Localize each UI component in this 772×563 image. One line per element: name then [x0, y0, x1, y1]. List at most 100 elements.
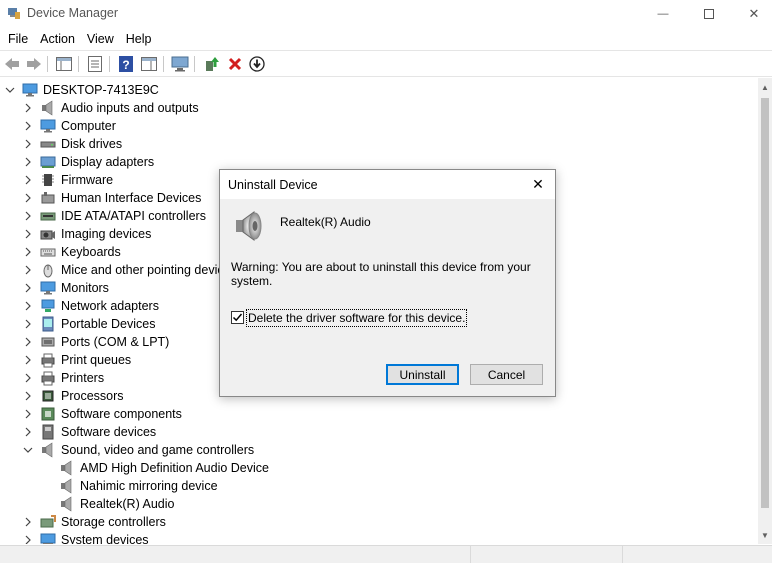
- uninstall-device-dialog: Uninstall Device ✕ Realtek(R) Audio Warn…: [219, 169, 556, 397]
- tree-item-firmware[interactable]: Firmware: [22, 171, 113, 189]
- chevron-right-icon[interactable]: [22, 207, 34, 225]
- chevron-right-icon[interactable]: [22, 279, 34, 297]
- tree-item-disk-drives[interactable]: Disk drives: [22, 135, 122, 153]
- chevron-right-icon[interactable]: [22, 369, 34, 387]
- tree-item-audio-inputs-and-outputs[interactable]: Audio inputs and outputs: [22, 99, 199, 117]
- cancel-button[interactable]: Cancel: [470, 364, 543, 385]
- tree-item-software-devices[interactable]: Software devices: [22, 423, 156, 441]
- tree-item-label: Mice and other pointing devices: [61, 263, 237, 277]
- action-pane-icon: [141, 57, 157, 71]
- tree-root-node[interactable]: DESKTOP-7413E9C: [4, 81, 159, 99]
- tree-item-label: Monitors: [61, 281, 109, 295]
- tree-item-label: Software components: [61, 407, 182, 421]
- toolbar-separator: [47, 56, 48, 72]
- download-circle-icon: [249, 56, 265, 72]
- chevron-right-icon[interactable]: [22, 531, 34, 544]
- chevron-right-icon[interactable]: [22, 153, 34, 171]
- chevron-right-icon[interactable]: [22, 405, 34, 423]
- update-driver-button[interactable]: [202, 54, 222, 74]
- help-button[interactable]: ?: [116, 54, 136, 74]
- scroll-up-arrow-icon[interactable]: ▲: [758, 80, 772, 94]
- chevron-right-icon[interactable]: [22, 351, 34, 369]
- network-icon: [40, 298, 56, 314]
- tree-item-label: Processors: [61, 389, 124, 403]
- tree-item-sound-video-and-game-controllers[interactable]: Sound, video and game controllers: [22, 441, 254, 459]
- chevron-right-icon[interactable]: [22, 297, 34, 315]
- chevron-right-icon[interactable]: [22, 261, 34, 279]
- show-hide-console-tree-button[interactable]: [54, 54, 74, 74]
- tree-item-system-devices[interactable]: System devices: [22, 531, 149, 544]
- dialog-close-button[interactable]: ✕: [523, 172, 553, 196]
- maximize-button[interactable]: [686, 0, 732, 27]
- tree-child-item[interactable]: Realtek(R) Audio: [41, 495, 175, 513]
- tree-item-imaging-devices[interactable]: Imaging devices: [22, 225, 151, 243]
- tree-item-portable-devices[interactable]: Portable Devices: [22, 315, 156, 333]
- tree-item-label: Print queues: [61, 353, 132, 367]
- tree-item-ports-com-lpt[interactable]: Ports (COM & LPT): [22, 333, 169, 351]
- tree-item-processors[interactable]: Processors: [22, 387, 124, 405]
- scan-hardware-button[interactable]: [170, 54, 190, 74]
- device-manager-icon: [8, 8, 20, 19]
- tree-item-print-queues[interactable]: Print queues: [22, 351, 131, 369]
- chevron-down-icon[interactable]: [22, 441, 34, 459]
- tree-item-label: System devices: [61, 533, 149, 544]
- close-button[interactable]: ✕: [731, 0, 772, 27]
- hid-icon: [40, 190, 56, 206]
- properties-button[interactable]: [85, 54, 105, 74]
- scroll-down-arrow-icon[interactable]: ▼: [758, 528, 772, 542]
- chevron-right-icon[interactable]: [22, 117, 34, 135]
- printer-icon: [40, 370, 56, 386]
- toolbar-separator: [194, 56, 195, 72]
- chevron-right-icon[interactable]: [22, 513, 34, 531]
- action-pane-button[interactable]: [139, 54, 159, 74]
- chevron-right-icon[interactable]: [22, 387, 34, 405]
- tree-item-computer[interactable]: Computer: [22, 117, 116, 135]
- uninstall-device-button[interactable]: [225, 54, 245, 74]
- red-x-icon: [228, 57, 242, 71]
- tree-item-ide-ata-atapi-controllers[interactable]: IDE ATA/ATAPI controllers: [22, 207, 206, 225]
- tree-item-keyboards[interactable]: Keyboards: [22, 243, 121, 261]
- printer-icon: [40, 352, 56, 368]
- tree-item-display-adapters[interactable]: Display adapters: [22, 153, 154, 171]
- chevron-right-icon[interactable]: [22, 225, 34, 243]
- tree-item-monitors[interactable]: Monitors: [22, 279, 109, 297]
- back-button[interactable]: [2, 54, 22, 74]
- tree-item-label: Display adapters: [61, 155, 155, 169]
- chevron-right-icon[interactable]: [22, 189, 34, 207]
- chevron-right-icon[interactable]: [22, 99, 34, 117]
- chevron-right-icon[interactable]: [22, 423, 34, 441]
- tree-item-software-components[interactable]: Software components: [22, 405, 182, 423]
- dialog-title: Uninstall Device: [228, 178, 318, 192]
- tree-item-storage-controllers[interactable]: Storage controllers: [22, 513, 166, 531]
- chevron-right-icon[interactable]: [22, 135, 34, 153]
- tree-child-item[interactable]: Nahimic mirroring device: [41, 477, 218, 495]
- uninstall-button[interactable]: Uninstall: [386, 364, 459, 385]
- chevron-right-icon[interactable]: [22, 171, 34, 189]
- menu-action[interactable]: Action: [34, 29, 81, 49]
- scroll-thumb[interactable]: [761, 98, 769, 508]
- menu-help[interactable]: Help: [120, 29, 158, 49]
- tree-child-item[interactable]: AMD High Definition Audio Device: [41, 459, 269, 477]
- tree-item-human-interface-devices[interactable]: Human Interface Devices: [22, 189, 201, 207]
- minimize-button[interactable]: —: [640, 0, 686, 27]
- tree-item-label: IDE ATA/ATAPI controllers: [61, 209, 206, 223]
- menu-view[interactable]: View: [81, 29, 120, 49]
- software-device-icon: [40, 424, 56, 440]
- chevron-right-icon[interactable]: [22, 315, 34, 333]
- forward-button[interactable]: [24, 54, 44, 74]
- tree-item-network-adapters[interactable]: Network adapters: [22, 297, 159, 315]
- menu-file[interactable]: File: [2, 29, 34, 49]
- chevron-right-icon[interactable]: [22, 243, 34, 261]
- chevron-right-icon[interactable]: [22, 333, 34, 351]
- tree-item-printers[interactable]: Printers: [22, 369, 104, 387]
- tree-item-label: Portable Devices: [61, 317, 156, 331]
- delete-driver-checkbox[interactable]: [231, 311, 244, 324]
- close-icon: ✕: [748, 5, 760, 21]
- chevron-down-icon[interactable]: [4, 81, 16, 99]
- tree-item-mice-and-other-pointing-devices[interactable]: Mice and other pointing devices: [22, 261, 237, 279]
- properties-icon: [88, 56, 102, 72]
- close-icon: ✕: [532, 175, 544, 192]
- delete-driver-checkbox-label[interactable]: Delete the driver software for this devi…: [246, 309, 468, 327]
- vertical-scrollbar[interactable]: ▲ ▼: [758, 78, 772, 544]
- disable-device-button[interactable]: [247, 54, 267, 74]
